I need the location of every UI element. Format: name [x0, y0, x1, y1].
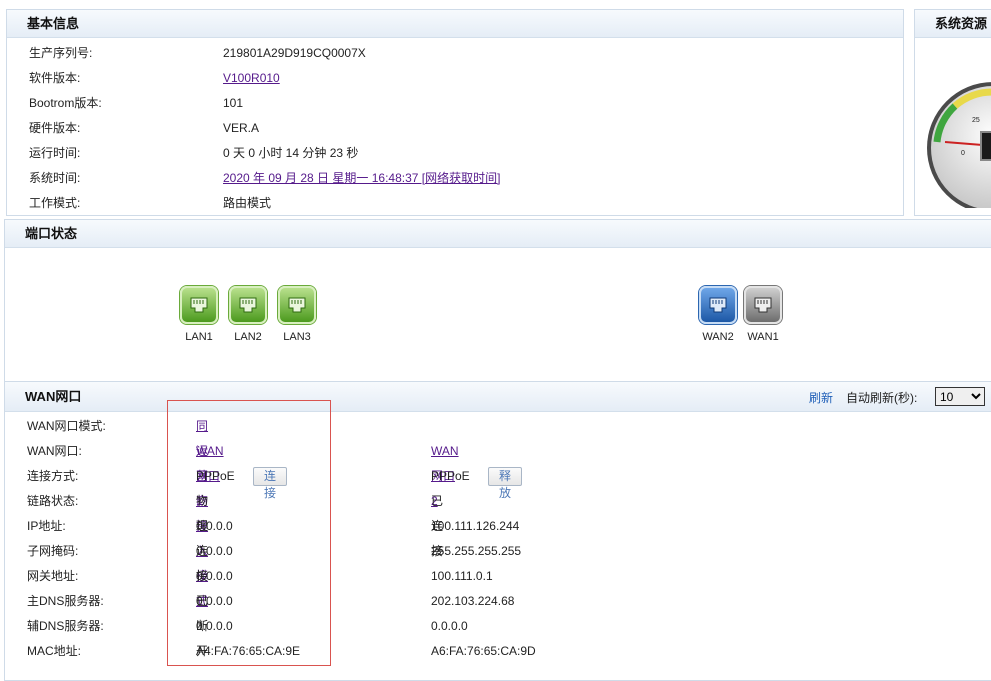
ethernet-port-icon: [180, 286, 218, 324]
system-resource-panel: 系统资源 0 25: [914, 9, 991, 216]
port-lan2[interactable]: LAN2: [227, 286, 269, 343]
port-status-title: 端口状态: [5, 220, 991, 248]
port-label: LAN1: [185, 331, 213, 343]
gauge-tick-25: 25: [972, 117, 980, 124]
refresh-link[interactable]: 刷新: [809, 389, 833, 406]
ethernet-port-icon: [229, 286, 267, 324]
wan-title: WAN网口: [5, 382, 991, 412]
basic-info-panel: 基本信息 生产序列号: 219801A29D919CQ0007X 软件版本: V…: [6, 9, 904, 216]
port-status-panel: 端口状态 LAN1 LAN2 LAN3 WAN2 WAN1: [4, 219, 991, 381]
highlight-box: [167, 400, 331, 666]
port-lan1[interactable]: LAN1: [178, 286, 220, 343]
port-label: WAN1: [747, 331, 779, 343]
port-wan2[interactable]: WAN2: [697, 286, 739, 343]
ethernet-port-icon: [699, 286, 737, 324]
cpu-gauge: 0 25: [927, 82, 991, 208]
port-label: LAN2: [234, 331, 262, 343]
port-label: LAN3: [283, 331, 311, 343]
system-time-link[interactable]: 2020 年 09 月 28 日 星期一 16:48:37 [网络获取时间]: [223, 166, 500, 191]
ethernet-port-icon: [278, 286, 316, 324]
software-version-link[interactable]: V100R010: [223, 66, 280, 91]
ethernet-port-icon: [744, 286, 782, 324]
system-resource-title: 系统资源: [915, 10, 991, 38]
wan-panel: WAN网口 刷新 自动刷新(秒): 10 WAN网口模式: 同运营商接入模式 W…: [4, 381, 991, 681]
port-lan3[interactable]: LAN3: [276, 286, 318, 343]
port-wan1[interactable]: WAN1: [742, 286, 784, 343]
gauge-tick-0: 0: [961, 150, 965, 157]
auto-refresh-select[interactable]: 10: [935, 387, 985, 406]
basic-info-title: 基本信息: [7, 10, 903, 38]
port-label: WAN2: [702, 331, 734, 343]
auto-refresh-label: 自动刷新(秒):: [846, 391, 918, 405]
release-button[interactable]: 释放: [488, 467, 523, 500]
